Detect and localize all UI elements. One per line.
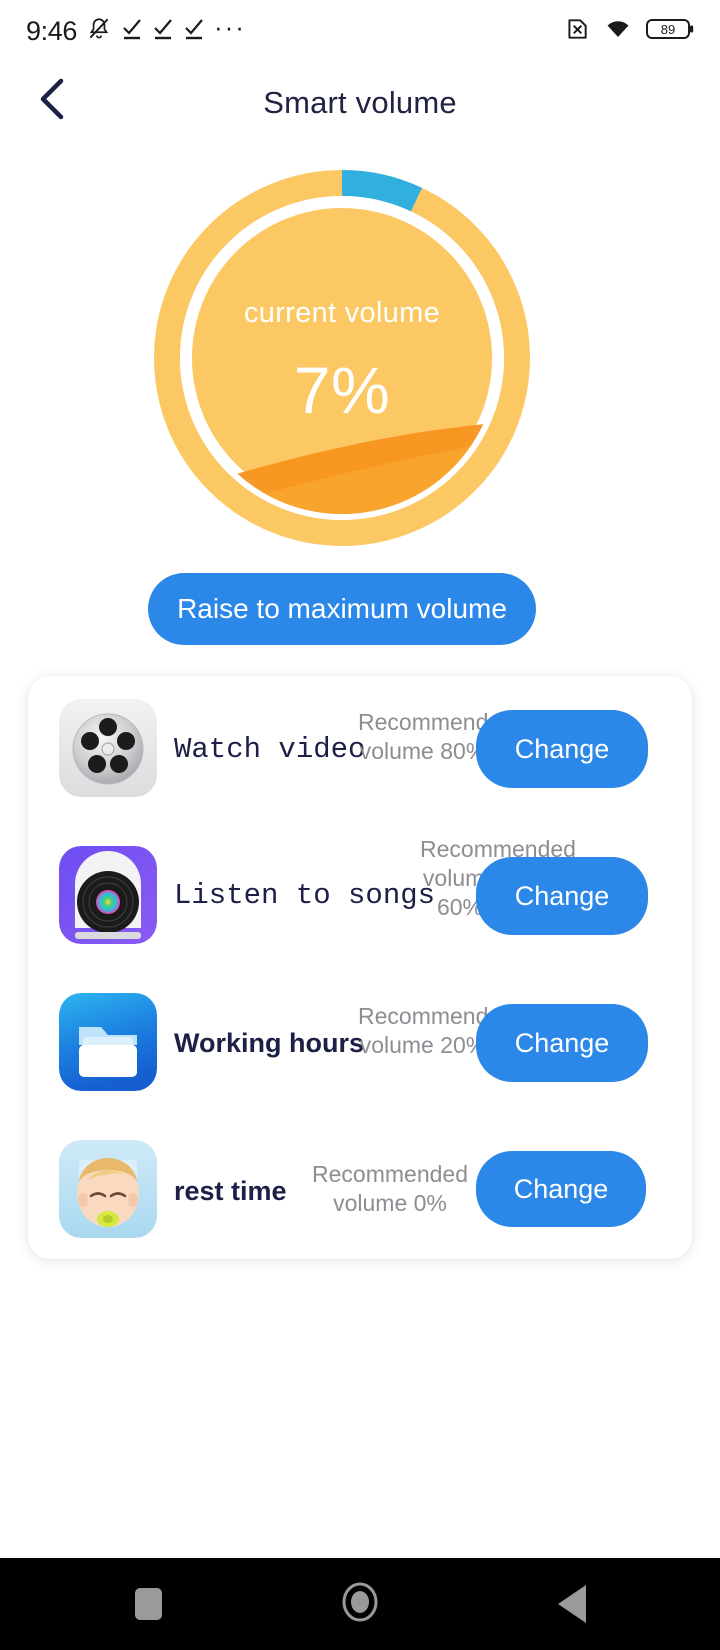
overflow-dots-icon: ···: [213, 12, 246, 42]
scene-title: Listen to songs: [174, 879, 436, 912]
svg-text:89: 89: [661, 22, 675, 37]
android-navigation-bar: [0, 1558, 720, 1650]
volume-gauge-graphic: [154, 170, 530, 546]
list-item[interactable]: Listen to songs Recommended volume 60% C…: [28, 823, 692, 969]
change-button[interactable]: Change: [476, 1004, 648, 1082]
status-bar-left: 9:46 ···: [26, 12, 246, 47]
film-reel-icon: [59, 699, 157, 797]
scene-recommendation: Recommended volume 20%: [358, 1003, 514, 1058]
status-bar-right: 89: [564, 16, 694, 47]
scene-title: Watch video: [174, 733, 366, 766]
scene-recommendation: Recommended volume 80%: [358, 709, 514, 764]
square-icon: [134, 1588, 162, 1620]
mute-bell-icon: [86, 16, 112, 47]
list-item[interactable]: Watch video Recommended volume 80% Chang…: [28, 676, 692, 822]
list-item[interactable]: rest time Recommended volume 0% Change: [28, 1117, 692, 1263]
scene-title: rest time: [174, 1176, 287, 1206]
battery-icon: 89: [646, 17, 694, 46]
scene-title: Working hours: [174, 1028, 365, 1058]
check-underline-icon: [121, 17, 143, 46]
list-item[interactable]: Working hours Recommended volume 20% Cha…: [28, 970, 692, 1116]
scene-recommendation: Recommended volume 0%: [312, 1161, 468, 1216]
phone-screen: 9:46 ··· 89 Smart volume current volume …: [0, 0, 720, 1650]
back-button-nav[interactable]: [536, 1568, 608, 1640]
volume-gauge: current volume 7%: [148, 164, 536, 552]
check-underline-icon: [183, 17, 205, 46]
recents-button[interactable]: [112, 1568, 184, 1640]
raise-to-maximum-volume-button[interactable]: Raise to maximum volume: [148, 573, 536, 645]
sleeping-baby-icon: [59, 1140, 157, 1238]
change-button[interactable]: Change: [476, 710, 648, 788]
wifi-icon: [604, 17, 632, 46]
vinyl-record-icon: [59, 846, 157, 944]
triangle-left-icon: [558, 1585, 586, 1623]
home-button[interactable]: [324, 1568, 396, 1640]
folder-icon: [59, 993, 157, 1091]
sim-x-icon: [564, 16, 590, 47]
status-clock: 9:46: [26, 15, 77, 46]
change-button[interactable]: Change: [476, 857, 648, 935]
circle-icon: [338, 1580, 382, 1629]
check-underline-icon: [152, 17, 174, 46]
title-bar: Smart volume: [0, 62, 720, 144]
scene-list-card: Watch video Recommended volume 80% Chang…: [28, 676, 692, 1259]
page-title: Smart volume: [263, 85, 457, 120]
status-bar: 9:46 ··· 89: [0, 0, 720, 62]
change-button[interactable]: Change: [476, 1151, 646, 1227]
